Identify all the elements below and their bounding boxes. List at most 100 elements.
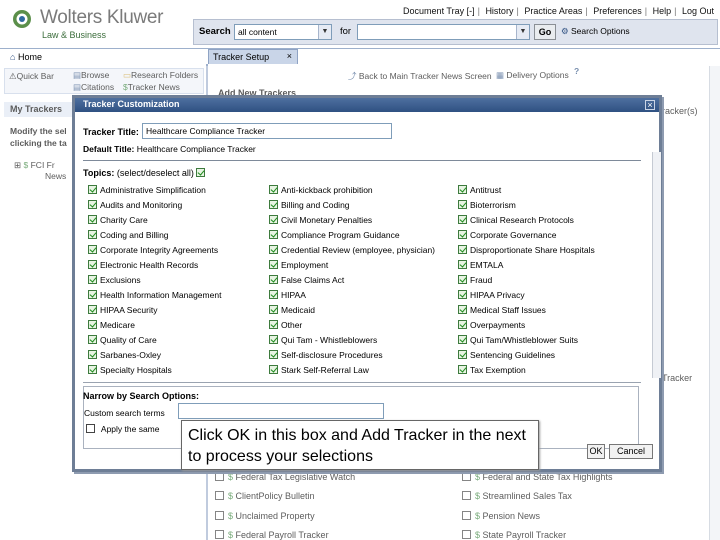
- link-document-tray[interactable]: Document Tray [-]: [403, 6, 475, 16]
- topic-checkbox[interactable]: [88, 185, 97, 194]
- topic-option[interactable]: Overpayments: [458, 320, 525, 330]
- topic-checkbox[interactable]: [269, 290, 278, 299]
- ok-button[interactable]: OK: [587, 444, 605, 459]
- topic-option[interactable]: Sarbanes-Oxley: [88, 350, 161, 360]
- topic-checkbox[interactable]: [88, 245, 97, 254]
- topic-checkbox[interactable]: [458, 290, 467, 299]
- topic-checkbox[interactable]: [458, 305, 467, 314]
- link-preferences[interactable]: Preferences: [593, 6, 642, 16]
- topic-checkbox[interactable]: [458, 260, 467, 269]
- topic-option[interactable]: Compliance Program Guidance: [269, 230, 400, 240]
- topic-checkbox[interactable]: [269, 275, 278, 284]
- topic-option[interactable]: Charity Care: [88, 215, 148, 225]
- topic-option[interactable]: HIPAA Security: [88, 305, 157, 315]
- topic-checkbox[interactable]: [88, 200, 97, 209]
- topic-checkbox[interactable]: [458, 365, 467, 374]
- topic-checkbox[interactable]: [88, 260, 97, 269]
- close-icon[interactable]: ×: [645, 100, 655, 110]
- topic-checkbox[interactable]: [88, 230, 97, 239]
- topic-checkbox[interactable]: [88, 335, 97, 344]
- topic-option[interactable]: Exclusions: [88, 275, 141, 285]
- apply-row[interactable]: Apply the same: [86, 424, 160, 434]
- link-practice-areas[interactable]: Practice Areas: [524, 6, 582, 16]
- topic-checkbox[interactable]: [269, 365, 278, 374]
- select-deselect-all-link[interactable]: (select/deselect all): [117, 168, 194, 178]
- tab-tracker-setup[interactable]: Tracker Setup ×: [208, 49, 298, 65]
- select-all-checkbox[interactable]: [196, 168, 206, 177]
- topic-option[interactable]: HIPAA Privacy: [458, 290, 525, 300]
- topic-checkbox[interactable]: [88, 275, 97, 284]
- topic-checkbox[interactable]: [88, 365, 97, 374]
- topic-option[interactable]: Administrative Simplification: [88, 185, 206, 195]
- topic-option[interactable]: Qui Tam/Whistleblower Suits: [458, 335, 578, 345]
- topic-checkbox[interactable]: [458, 230, 467, 239]
- topic-option[interactable]: Health Information Management: [88, 290, 221, 300]
- topic-option[interactable]: EMTALA: [458, 260, 503, 270]
- topic-checkbox[interactable]: [269, 245, 278, 254]
- topic-option[interactable]: Qui Tam - Whistleblowers: [269, 335, 377, 345]
- topic-option[interactable]: Audits and Monitoring: [88, 200, 182, 210]
- topic-option[interactable]: Credential Review (employee, physician): [269, 245, 435, 255]
- topic-option[interactable]: Sentencing Guidelines: [458, 350, 555, 360]
- topic-checkbox[interactable]: [269, 320, 278, 329]
- tracker-title-input[interactable]: Healthcare Compliance Tracker: [142, 123, 392, 139]
- topic-checkbox[interactable]: [269, 185, 278, 194]
- topic-option[interactable]: Employment: [269, 260, 328, 270]
- topic-checkbox[interactable]: [269, 305, 278, 314]
- topic-option[interactable]: Medicare: [88, 320, 135, 330]
- topic-checkbox[interactable]: [88, 305, 97, 314]
- search-scope-select[interactable]: all content ▼: [234, 24, 332, 40]
- topic-option[interactable]: Electronic Health Records: [88, 260, 198, 270]
- go-button[interactable]: Go: [534, 24, 556, 40]
- topic-checkbox[interactable]: [88, 350, 97, 359]
- topic-checkbox[interactable]: [269, 200, 278, 209]
- topic-checkbox[interactable]: [458, 245, 467, 254]
- topic-checkbox[interactable]: [88, 320, 97, 329]
- topic-option[interactable]: HIPAA: [269, 290, 306, 300]
- topic-checkbox[interactable]: [269, 350, 278, 359]
- cancel-button[interactable]: Cancel: [609, 444, 653, 459]
- topic-checkbox[interactable]: [88, 290, 97, 299]
- topic-checkbox[interactable]: [269, 230, 278, 239]
- link-help[interactable]: Help: [653, 6, 672, 16]
- topic-checkbox[interactable]: [458, 320, 467, 329]
- topic-option[interactable]: Clinical Research Protocols: [458, 215, 574, 225]
- topic-checkbox[interactable]: [458, 350, 467, 359]
- topic-option[interactable]: Medical Staff Issues: [458, 305, 546, 315]
- topic-checkbox[interactable]: [458, 215, 467, 224]
- topic-checkbox[interactable]: [458, 335, 467, 344]
- topic-option[interactable]: Anti-kickback prohibition: [269, 185, 373, 195]
- topic-checkbox[interactable]: [458, 185, 467, 194]
- close-icon[interactable]: ×: [287, 51, 292, 61]
- apply-checkbox[interactable]: [86, 424, 95, 433]
- topic-option[interactable]: Fraud: [458, 275, 492, 285]
- link-history[interactable]: History: [485, 6, 513, 16]
- topic-option[interactable]: Quality of Care: [88, 335, 157, 345]
- topic-checkbox[interactable]: [458, 200, 467, 209]
- topic-option[interactable]: Self-disclosure Procedures: [269, 350, 383, 360]
- topic-option[interactable]: Stark Self-Referral Law: [269, 365, 369, 375]
- topic-checkbox[interactable]: [269, 335, 278, 344]
- topic-checkbox[interactable]: [269, 260, 278, 269]
- search-options-link[interactable]: ⚙ Search Options: [561, 26, 630, 37]
- topic-checkbox[interactable]: [269, 215, 278, 224]
- topic-option[interactable]: Antitrust: [458, 185, 501, 195]
- topic-option[interactable]: Disproportionate Share Hospitals: [458, 245, 595, 255]
- link-log-out[interactable]: Log Out: [682, 6, 714, 16]
- topic-option[interactable]: Bioterrorism: [458, 200, 516, 210]
- topic-option[interactable]: Billing and Coding: [269, 200, 350, 210]
- home-link[interactable]: ⌂ Home: [10, 52, 42, 62]
- topic-checkbox[interactable]: [88, 215, 97, 224]
- topic-option[interactable]: Corporate Integrity Agreements: [88, 245, 218, 255]
- topic-option[interactable]: False Claims Act: [269, 275, 344, 285]
- topic-option[interactable]: Tax Exemption: [458, 365, 526, 375]
- topics-scrollbar[interactable]: [652, 152, 661, 378]
- topic-checkbox[interactable]: [458, 275, 467, 284]
- search-input[interactable]: ▼: [357, 24, 530, 40]
- topic-option[interactable]: Coding and Billing: [88, 230, 169, 240]
- topic-option[interactable]: Corporate Governance: [458, 230, 556, 240]
- custom-terms-input[interactable]: [178, 403, 384, 419]
- topic-option[interactable]: Other: [269, 320, 302, 330]
- topic-option[interactable]: Civil Monetary Penalties: [269, 215, 372, 225]
- topic-option[interactable]: Medicaid: [269, 305, 315, 315]
